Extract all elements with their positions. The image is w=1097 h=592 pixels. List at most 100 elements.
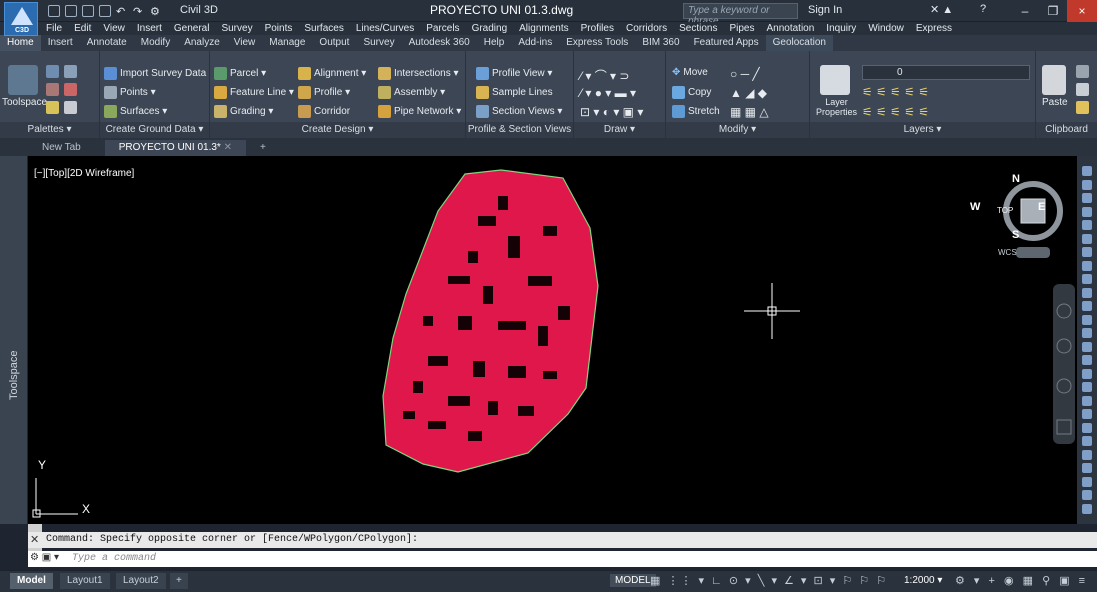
tab-model[interactable]: Model: [10, 573, 53, 589]
add-tab-button[interactable]: +: [252, 140, 274, 156]
copy-clip-icon[interactable]: [1076, 83, 1089, 96]
menu-alignments[interactable]: Alignments: [513, 22, 574, 35]
tool-strip-icon[interactable]: [1082, 503, 1092, 514]
viewcube-east[interactable]: E: [1038, 201, 1045, 213]
viewcube-north[interactable]: N: [1012, 173, 1020, 185]
settings-icon[interactable]: [64, 65, 77, 78]
menu-corridors[interactable]: Corridors: [620, 22, 673, 35]
modify-title[interactable]: Modify ▾: [666, 122, 809, 138]
intersections-button[interactable]: Intersections ▾: [378, 67, 459, 80]
tool-strip-icon[interactable]: [1082, 206, 1092, 217]
menu-annotation[interactable]: Annotation: [760, 22, 820, 35]
ribbon-tab-survey[interactable]: Survey: [356, 35, 401, 51]
drawing-area[interactable]: N S E W TOP WCS Y X: [28, 156, 1077, 524]
ribbon-tab-insert[interactable]: Insert: [41, 35, 80, 51]
ribbon-tab-manage[interactable]: Manage: [262, 35, 312, 51]
tab-new[interactable]: New Tab: [28, 140, 95, 156]
tool-strip-icon[interactable]: [1082, 260, 1092, 271]
viewcube-south[interactable]: S: [1012, 229, 1019, 241]
tab-layout1[interactable]: Layout1: [60, 573, 110, 589]
add-layout-button[interactable]: +: [170, 573, 188, 589]
menu-survey[interactable]: Survey: [215, 22, 258, 35]
corridor-button[interactable]: Corridor: [298, 105, 350, 118]
tool-strip-icon[interactable]: [1082, 368, 1092, 379]
application-menu-button[interactable]: C3D: [4, 2, 38, 36]
status-tools[interactable]: ⚙ ▾ + ◉ ▦ ⚲ ▣ ≡: [955, 574, 1088, 587]
close-command-line-icon[interactable]: ✕: [30, 533, 39, 546]
tool-strip-icon[interactable]: [1082, 476, 1092, 487]
drafting-toggles[interactable]: ▦ ⋮⋮ ▾ ∟ ⊙ ▾ ╲ ▾ ∠ ▾ ⊡ ▾ ⚐ ⚐ ⚐: [650, 574, 888, 587]
layer-tools-row2[interactable]: ⚟ ⚟ ⚟ ⚟ ⚟: [862, 105, 929, 119]
menu-insert[interactable]: Insert: [131, 22, 168, 35]
toolspace-palette[interactable]: [0, 156, 28, 524]
copy-button[interactable]: Copy: [672, 86, 711, 99]
tab-layout2[interactable]: Layout2: [116, 573, 166, 589]
menu-lines-curves[interactable]: Lines/Curves: [350, 22, 420, 35]
parcel-button[interactable]: Parcel ▾: [214, 67, 266, 80]
menu-points[interactable]: Points: [259, 22, 299, 35]
wcs-menu[interactable]: WCS: [998, 248, 1017, 257]
ribbon-tab-output[interactable]: Output: [312, 35, 356, 51]
menu-sections[interactable]: Sections: [673, 22, 723, 35]
ground-data-title[interactable]: Create Ground Data ▾: [100, 122, 209, 138]
points-button[interactable]: Points ▾: [104, 86, 156, 99]
toolspace-button[interactable]: Toolspace: [2, 97, 47, 108]
profile-view-button[interactable]: Profile View ▾: [476, 67, 552, 80]
ribbon-tab-analyze[interactable]: Analyze: [177, 35, 227, 51]
close-button[interactable]: ×: [1067, 0, 1097, 22]
alignment-button[interactable]: Alignment ▾: [298, 67, 366, 80]
viewport-controls[interactable]: [−][Top][2D Wireframe]: [34, 168, 134, 179]
circle-hatch-tools[interactable]: ⁄ ▾ ● ▾ ▬ ▾: [580, 86, 636, 100]
tool-strip-icon[interactable]: [1082, 301, 1092, 311]
tab-proyecto[interactable]: PROYECTO UNI 01.3* ✕: [104, 140, 246, 156]
menu-pipes[interactable]: Pipes: [723, 22, 760, 35]
tool-strip-icon[interactable]: [1082, 463, 1092, 473]
viewcube-west[interactable]: W: [970, 201, 980, 213]
workspace-gear-icon[interactable]: ⚙: [150, 5, 162, 18]
tool-strip-icon[interactable]: [1082, 449, 1092, 460]
redo-icon[interactable]: ↷: [133, 5, 145, 18]
tool-strip-icon[interactable]: [1082, 395, 1092, 406]
ribbon-tab-featured-apps[interactable]: Featured Apps: [687, 35, 766, 51]
paste-button[interactable]: Paste: [1042, 97, 1068, 108]
tool-strip-icon[interactable]: [1082, 436, 1092, 446]
create-design-title[interactable]: Create Design ▾: [210, 122, 465, 138]
close-tab-icon[interactable]: ✕: [224, 142, 232, 153]
help-button[interactable]: ?: [980, 3, 986, 15]
tool-strip-icon[interactable]: [1082, 409, 1092, 419]
paste-icon[interactable]: [1042, 65, 1066, 95]
pipe-network-button[interactable]: Pipe Network ▾: [378, 105, 461, 118]
feature-line-button[interactable]: Feature Line ▾: [214, 86, 294, 99]
assembly-button[interactable]: Assembly ▾: [378, 86, 445, 99]
draw-title[interactable]: Draw ▾: [574, 122, 665, 138]
ribbon-tab-geolocation[interactable]: Geolocation: [765, 35, 833, 51]
save-icon[interactable]: [82, 5, 94, 17]
exchange-icon[interactable]: ✕ ▲: [930, 3, 953, 16]
design-center-icon[interactable]: [64, 101, 77, 114]
tool-strip-icon[interactable]: [1082, 422, 1092, 433]
menu-profiles[interactable]: Profiles: [575, 22, 620, 35]
customize-icon[interactable]: ⚙ ▣ ▾: [30, 552, 59, 563]
tool-strip-icon[interactable]: [1082, 490, 1092, 500]
menu-file[interactable]: File: [40, 22, 68, 35]
ribbon-tab-express-tools[interactable]: Express Tools: [559, 35, 635, 51]
section-views-button[interactable]: Section Views ▾: [476, 105, 562, 118]
profile-button[interactable]: Profile ▾: [298, 86, 350, 99]
layer-tools-row1[interactable]: ⚟ ⚟ ⚟ ⚟ ⚟: [862, 85, 929, 99]
move-button[interactable]: ✥ Move: [672, 67, 708, 78]
tool-strip-icon[interactable]: [1082, 233, 1092, 244]
layer-properties-button[interactable]: Layer Properties: [816, 97, 857, 117]
toolspace-icon[interactable]: [8, 65, 38, 95]
layers-title[interactable]: Layers ▾: [810, 122, 1035, 138]
properties-icon[interactable]: [46, 101, 59, 114]
menu-express[interactable]: Express: [910, 22, 958, 35]
search-input[interactable]: Type a keyword or phrase: [683, 3, 798, 27]
open-icon[interactable]: [65, 5, 77, 17]
viewcube[interactable]: [1003, 181, 1063, 258]
tool-strip-icon[interactable]: [1082, 193, 1092, 203]
tool-strip-icon[interactable]: [1082, 247, 1092, 257]
sample-lines-button[interactable]: Sample Lines: [476, 86, 553, 99]
layer-properties-icon[interactable]: [820, 65, 850, 95]
prospector-icon[interactable]: [46, 65, 59, 78]
surfaces-button[interactable]: Surfaces ▾: [104, 105, 167, 118]
